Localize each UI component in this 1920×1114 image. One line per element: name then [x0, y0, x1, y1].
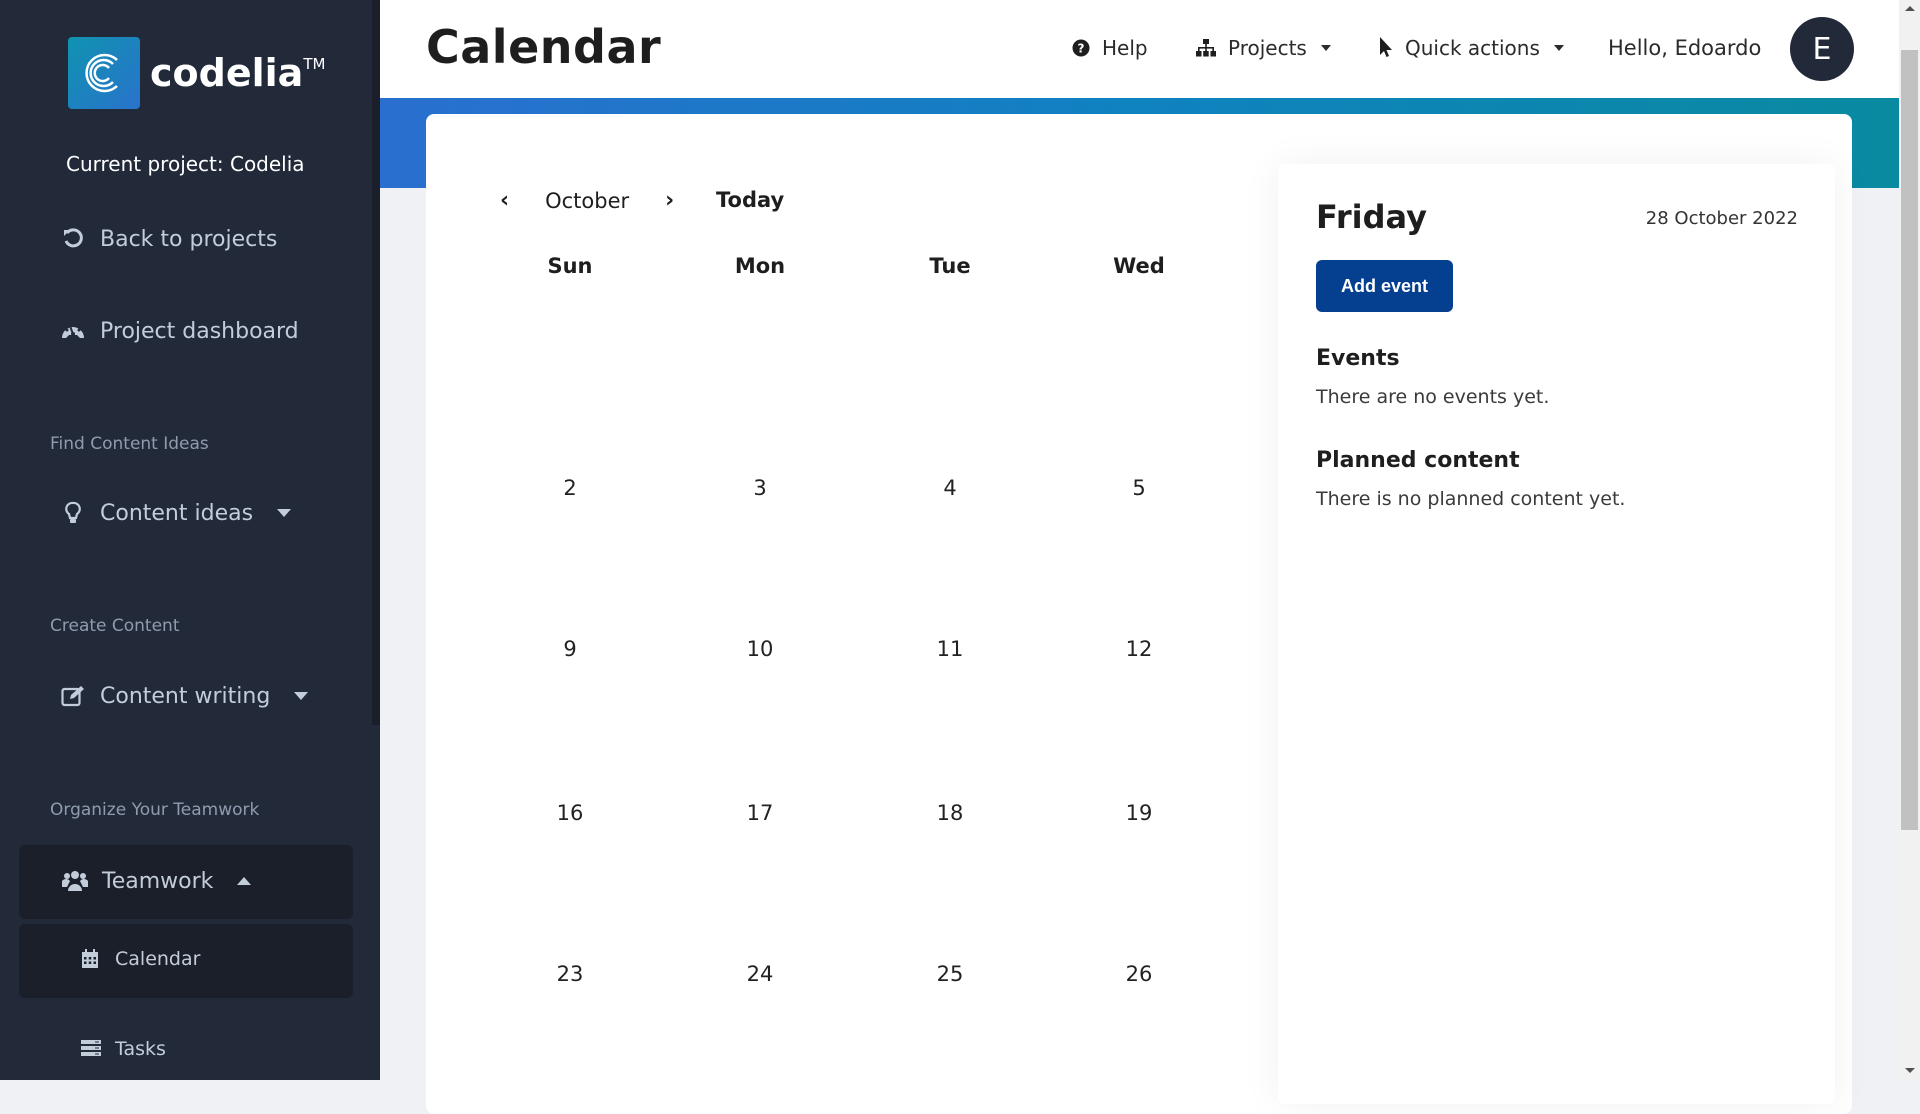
caret-down-icon — [277, 509, 292, 517]
caret-down-icon — [1553, 45, 1564, 51]
edit-icon — [60, 683, 86, 709]
user-greeting: Hello, Edoardo — [1608, 36, 1762, 60]
nav-label: Content writing — [100, 683, 271, 709]
logo-mark-icon — [68, 37, 140, 109]
sidebar: codeliaTM Current project: Codelia Back … — [0, 0, 380, 1080]
calendar-day-cell[interactable]: 18 — [890, 801, 1010, 825]
top-header: Calendar ? Help Projects Quick actions H… — [380, 0, 1899, 98]
calendar-day-cell[interactable]: 3 — [700, 476, 820, 500]
calendar-day-cell[interactable]: 4 — [890, 476, 1010, 500]
gauge-icon — [60, 318, 86, 344]
nav-label: Content ideas — [100, 500, 254, 526]
tasks-icon — [81, 1039, 101, 1059]
lightbulb-icon — [60, 500, 86, 526]
selected-day-name: Friday — [1316, 198, 1427, 236]
nav-label: Project dashboard — [100, 318, 299, 344]
today-button[interactable]: Today — [716, 188, 784, 212]
day-detail-panel: Friday 28 October 2022 Add event Events … — [1278, 164, 1835, 1104]
caret-down-icon — [294, 692, 309, 700]
calendar-day-cell[interactable]: 11 — [890, 637, 1010, 661]
help-label: Help — [1102, 36, 1148, 60]
current-month: October — [545, 188, 630, 213]
sidebar-scroll-edge[interactable] — [372, 0, 380, 725]
scroll-down-arrow-icon[interactable] — [1905, 1068, 1915, 1073]
calendar-day-cell[interactable]: 5 — [1079, 476, 1199, 500]
nav-back-to-projects[interactable]: Back to projects — [60, 226, 277, 252]
weekday-header: Sun — [547, 254, 593, 278]
events-empty-text: There are no events yet. — [1316, 386, 1550, 408]
projects-dropdown[interactable]: Projects — [1196, 36, 1331, 60]
cursor-pointer-icon — [1379, 37, 1393, 59]
calendar-day-cell[interactable]: 19 — [1079, 801, 1199, 825]
nav-calendar[interactable]: Calendar — [81, 948, 200, 970]
help-link[interactable]: ? Help — [1072, 36, 1148, 60]
month-navigation: ‹ October › — [494, 188, 680, 213]
calendar-day-cell[interactable]: 17 — [700, 801, 820, 825]
quick-actions-label: Quick actions — [1405, 36, 1540, 60]
nav-content-writing[interactable]: Content writing — [60, 683, 309, 709]
prev-month-button[interactable]: ‹ — [494, 188, 515, 213]
current-project: Current project: Codelia — [66, 152, 305, 176]
section-create-content: Create Content — [50, 616, 180, 636]
selected-date: 28 October 2022 — [1645, 208, 1798, 229]
question-circle-icon: ? — [1072, 39, 1090, 57]
calendar-icon — [81, 949, 101, 969]
sitemap-icon — [1196, 39, 1216, 57]
calendar-day-cell[interactable]: 16 — [510, 801, 630, 825]
planned-content-heading: Planned content — [1316, 448, 1520, 473]
undo-icon — [60, 226, 86, 252]
calendar-day-cell[interactable]: 26 — [1079, 962, 1199, 986]
quick-actions-dropdown[interactable]: Quick actions — [1379, 36, 1564, 60]
calendar-day-cell[interactable]: 2 — [510, 476, 630, 500]
nav-content-ideas[interactable]: Content ideas — [60, 500, 292, 526]
scrollbar-thumb[interactable] — [1901, 50, 1918, 830]
logo-text: codeliaTM — [150, 51, 326, 95]
calendar-day-cell[interactable]: 12 — [1079, 637, 1199, 661]
caret-up-icon — [237, 877, 252, 885]
page-title: Calendar — [426, 20, 662, 74]
nav-label: Tasks — [115, 1038, 166, 1060]
calendar-day-cell[interactable]: 23 — [510, 962, 630, 986]
weekday-header: Tue — [929, 254, 971, 278]
planned-content-empty-text: There is no planned content yet. — [1316, 488, 1626, 510]
calendar-day-cell[interactable]: 25 — [890, 962, 1010, 986]
nav-teamwork[interactable]: Teamwork — [62, 868, 252, 894]
page-scrollbar[interactable] — [1899, 0, 1920, 1080]
caret-down-icon — [1320, 45, 1331, 51]
events-heading: Events — [1316, 346, 1400, 371]
projects-label: Projects — [1228, 36, 1307, 60]
scroll-up-arrow-icon[interactable] — [1905, 6, 1915, 11]
calendar-day-cell[interactable]: 10 — [700, 637, 820, 661]
logo[interactable]: codeliaTM — [68, 37, 325, 109]
section-organize-teamwork: Organize Your Teamwork — [50, 800, 260, 820]
next-month-button[interactable]: › — [659, 188, 680, 213]
section-find-content-ideas: Find Content Ideas — [50, 434, 209, 454]
weekday-header: Wed — [1113, 254, 1165, 278]
user-avatar[interactable]: E — [1790, 17, 1854, 81]
calendar-day-cell[interactable]: 24 — [700, 962, 820, 986]
nav-project-dashboard[interactable]: Project dashboard — [60, 318, 299, 344]
nav-tasks[interactable]: Tasks — [81, 1038, 166, 1060]
add-event-button[interactable]: Add event — [1316, 260, 1453, 312]
weekday-header: Mon — [734, 254, 786, 278]
users-icon — [62, 868, 88, 894]
calendar-day-cell[interactable]: 9 — [510, 637, 630, 661]
nav-label: Back to projects — [100, 226, 278, 252]
nav-label: Teamwork — [102, 868, 214, 894]
svg-text:?: ? — [1078, 42, 1085, 56]
nav-label: Calendar — [115, 948, 201, 970]
